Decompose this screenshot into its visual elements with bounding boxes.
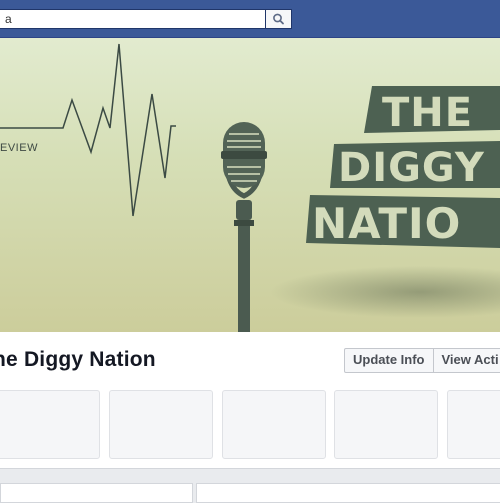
logo-line-1: THE <box>382 90 473 136</box>
page-header: he Diggy Nation Update Info View Acti <box>0 332 500 469</box>
logo-line-3: NATIO <box>312 199 461 248</box>
page-actions: Update Info View Acti <box>344 348 500 373</box>
search-input[interactable]: a <box>0 9 265 29</box>
app-thumbnail-2[interactable] <box>109 390 213 459</box>
microphone-icon <box>221 122 267 332</box>
view-activity-button[interactable]: View Acti <box>433 349 500 372</box>
cover-photo[interactable]: THE DIGGY NATIO EVIEW <box>0 38 500 332</box>
heartbeat-line <box>0 44 176 216</box>
left-column-panel <box>0 483 193 503</box>
logo-block-2: DIGGY <box>330 141 500 191</box>
app-thumbnail-5[interactable] <box>447 390 500 459</box>
app-thumbnail-1[interactable] <box>0 390 100 459</box>
update-info-button[interactable]: Update Info <box>345 349 433 372</box>
logo-line-2: DIGGY <box>338 145 485 191</box>
logo-shadow <box>270 266 500 318</box>
search-icon <box>266 10 291 28</box>
page-title[interactable]: he Diggy Nation <box>0 348 156 372</box>
app-thumbnail-4[interactable] <box>334 390 438 459</box>
logo-block-1: THE <box>364 86 500 136</box>
logo-block-3: NATIO <box>306 195 500 248</box>
search-button[interactable] <box>265 9 292 29</box>
cover-side-text: EVIEW <box>0 142 38 154</box>
right-column-panel <box>196 483 500 503</box>
top-navigation-bar: a <box>0 0 500 38</box>
app-thumbnail-3[interactable] <box>222 390 326 459</box>
